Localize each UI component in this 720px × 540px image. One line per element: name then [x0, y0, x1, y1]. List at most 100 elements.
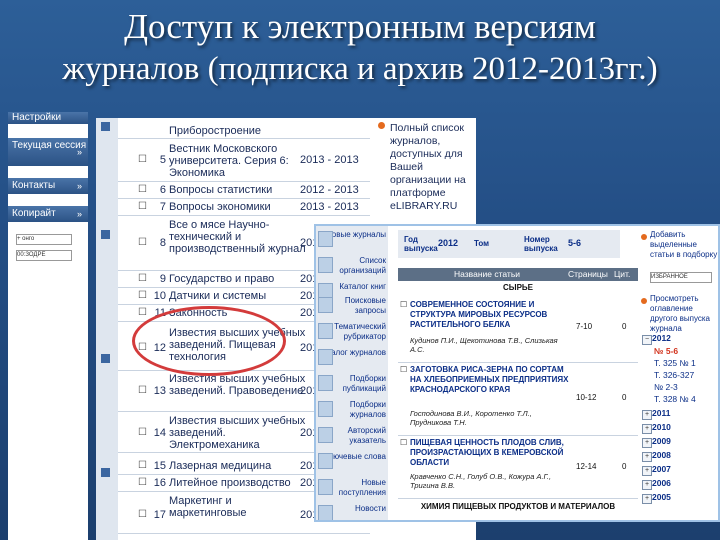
set-select[interactable]: ИЗБРАННОЕ: [650, 272, 712, 283]
book-icon: [318, 479, 333, 495]
expand-icon[interactable]: +: [642, 466, 652, 476]
issue-link[interactable]: № 2-3: [654, 382, 678, 392]
nav-select-1[interactable]: + онго: [16, 234, 72, 245]
checkbox-icon[interactable]: ☐: [138, 509, 147, 520]
article-row[interactable]: ☐ ПИЩЕВАЯ ЦЕННОСТЬ ПЛОДОВ СЛИВ, ПРОИЗРАС…: [398, 436, 638, 499]
year-link[interactable]: 2008: [652, 450, 671, 460]
checkbox-icon[interactable]: ☐: [400, 438, 407, 447]
section-heading: СЫРЬЕ: [398, 283, 638, 296]
journal-name[interactable]: Государство и право: [169, 273, 309, 285]
menu-search-queries[interactable]: Поисковые запросы: [318, 296, 386, 316]
checkbox-icon[interactable]: ☐: [138, 154, 147, 165]
journal-name[interactable]: Приборостроение: [169, 125, 309, 137]
checkbox-icon[interactable]: ☐: [138, 237, 147, 248]
article-authors[interactable]: Кудинов П.И., Щекотинова Т.В., Слизькая …: [410, 336, 572, 354]
menu-book-catalog[interactable]: Каталог книг: [318, 282, 386, 299]
article-authors[interactable]: Господинова В.И., Коротенко Т.Л., Прудни…: [410, 409, 572, 427]
article-title[interactable]: ПИЩЕВАЯ ЦЕННОСТЬ ПЛОДОВ СЛИВ, ПРОИЗРАСТА…: [410, 438, 572, 468]
left-navigation: Настройки Текущая сессия » Контакты » Ко…: [8, 112, 88, 540]
article-authors[interactable]: Кравченко С.Н., Голуб О.В., Кожура А.Г.,…: [410, 472, 572, 490]
nav-contacts[interactable]: Контакты »: [8, 178, 88, 194]
checkbox-icon[interactable]: ☐: [138, 290, 147, 301]
book-icon: [318, 231, 333, 247]
menu-rubricator[interactable]: Тематический рубрикатор: [318, 322, 386, 342]
journal-name[interactable]: Литейное производство: [169, 477, 309, 489]
journal-name[interactable]: Маркетинг и маркетинговые: [169, 495, 309, 519]
search-icon: [318, 297, 333, 313]
journal-row[interactable]: ☐ 7 Вопросы экономики 2013 - 2013: [118, 199, 370, 216]
checkbox-icon[interactable]: ☐: [138, 427, 147, 438]
checkbox-icon[interactable]: ☐: [138, 201, 147, 212]
journal-name[interactable]: Известия высших учебных заведений. Элект…: [169, 415, 309, 451]
full-list-link-text[interactable]: Полный список журналов, доступных для Ва…: [390, 122, 474, 213]
year-link[interactable]: 2010: [652, 422, 671, 432]
menu-org-list[interactable]: Список организаций: [318, 256, 386, 276]
expand-icon[interactable]: +: [642, 424, 652, 434]
menu-publication-sets[interactable]: Подборки публикаций: [318, 374, 386, 394]
nav-select-2[interactable]: 00:ЗОДРЕ: [16, 250, 72, 261]
journal-row[interactable]: ☐ 6 Вопросы статистики 2012 - 2013: [118, 182, 370, 199]
journal-name[interactable]: Известия высших учебных заведений. Право…: [169, 373, 309, 397]
journal-number: 16: [153, 477, 166, 489]
checkbox-icon[interactable]: ☐: [138, 460, 147, 471]
collapse-icon[interactable]: −: [642, 335, 652, 345]
nav-current-session[interactable]: Текущая сессия »: [8, 138, 88, 166]
journal-number: 14: [153, 427, 166, 439]
menu-journal-sets[interactable]: Подборки журналов: [318, 400, 386, 420]
expand-icon[interactable]: +: [642, 438, 652, 448]
menu-news[interactable]: Новости: [318, 504, 386, 520]
menu-journal-catalog[interactable]: Каталог журналов: [318, 348, 386, 365]
checkbox-icon[interactable]: ☐: [138, 307, 147, 318]
expand-icon[interactable]: +: [642, 480, 652, 490]
checkbox-icon[interactable]: ☐: [138, 273, 147, 284]
add-to-set-text: Добавить выделенные статьи в подборку:: [650, 230, 720, 259]
journal-number: 13: [153, 385, 166, 397]
checkbox-icon[interactable]: ☐: [138, 385, 147, 396]
checkbox-icon[interactable]: ☐: [400, 300, 407, 309]
article-row[interactable]: ☐ ЗАГОТОВКА РИСА-ЗЕРНА ПО СОРТАМ НА ХЛЕБ…: [398, 363, 638, 436]
issue-overlay: Новые журналы Список организаций Каталог…: [314, 224, 720, 522]
issue-link[interactable]: Т. 328 № 4: [654, 394, 696, 404]
year-link[interactable]: 2007: [652, 464, 671, 474]
title-line-2: журналов (подписка и архив 2012-2013гг.): [0, 48, 720, 90]
expand-icon[interactable]: +: [642, 410, 652, 420]
journal-name[interactable]: Вопросы статистики: [169, 184, 309, 196]
article-title[interactable]: СОВРЕМЕННОЕ СОСТОЯНИЕ И СТРУКТУРА МИРОВЫ…: [410, 300, 572, 330]
journal-name[interactable]: Вестник Московского университета. Серия …: [169, 143, 309, 179]
list-gutter: [96, 118, 118, 540]
menu-new-journals[interactable]: Новые журналы: [318, 230, 386, 247]
journal-name[interactable]: Вопросы экономики: [169, 201, 309, 213]
nav-copyright[interactable]: Копирайт »: [8, 206, 88, 222]
issue-navigation: Добавить выделенные статьи в подборку: И…: [638, 226, 720, 520]
issue-link[interactable]: Т. 325 № 1: [654, 358, 696, 368]
header-pages: Страницы: [568, 269, 608, 279]
year-link[interactable]: 2009: [652, 436, 671, 446]
menu-keywords[interactable]: Ключевые слова: [318, 452, 386, 469]
menu-label: Ключевые слова: [323, 452, 386, 461]
menu-label: Поисковые запросы: [344, 296, 386, 315]
journal-row[interactable]: Приборостроение: [118, 120, 370, 139]
journal-name[interactable]: Лазерная медицина: [169, 460, 309, 472]
checkbox-icon[interactable]: ☐: [400, 365, 407, 374]
year-2012[interactable]: 2012: [652, 333, 671, 343]
article-row[interactable]: ☐ СОВРЕМЕННОЕ СОСТОЯНИЕ И СТРУКТУРА МИРО…: [398, 298, 638, 363]
checkbox-icon[interactable]: ☐: [138, 477, 147, 488]
expand-icon[interactable]: +: [642, 452, 652, 462]
expand-icon[interactable]: +: [642, 494, 652, 504]
journal-row[interactable]: ☐ 5 Вестник Московского университета. Се…: [118, 139, 370, 182]
year-link[interactable]: 2011: [652, 408, 670, 418]
article-title[interactable]: ЗАГОТОВКА РИСА-ЗЕРНА ПО СОРТАМ НА ХЛЕБОП…: [410, 365, 572, 395]
issue-link-current[interactable]: № 5-6: [654, 346, 678, 356]
journal-name[interactable]: Датчики и системы: [169, 290, 309, 302]
menu-label: Подборки журналов: [349, 400, 386, 419]
journal-years: 2012 - 2013: [300, 184, 359, 196]
menu-new-arrivals[interactable]: Новые поступления: [318, 478, 386, 498]
year-link[interactable]: 2005: [652, 492, 671, 502]
issue-link[interactable]: Т. 326-327: [654, 370, 694, 380]
nav-settings[interactable]: Настройки: [8, 112, 88, 124]
menu-label: Авторский указатель: [347, 426, 386, 445]
menu-author-index[interactable]: Авторский указатель: [318, 426, 386, 446]
checkbox-icon[interactable]: ☐: [138, 184, 147, 195]
journal-name[interactable]: Все о мясе Научно-технический и производ…: [169, 219, 309, 255]
year-link[interactable]: 2006: [652, 478, 671, 488]
